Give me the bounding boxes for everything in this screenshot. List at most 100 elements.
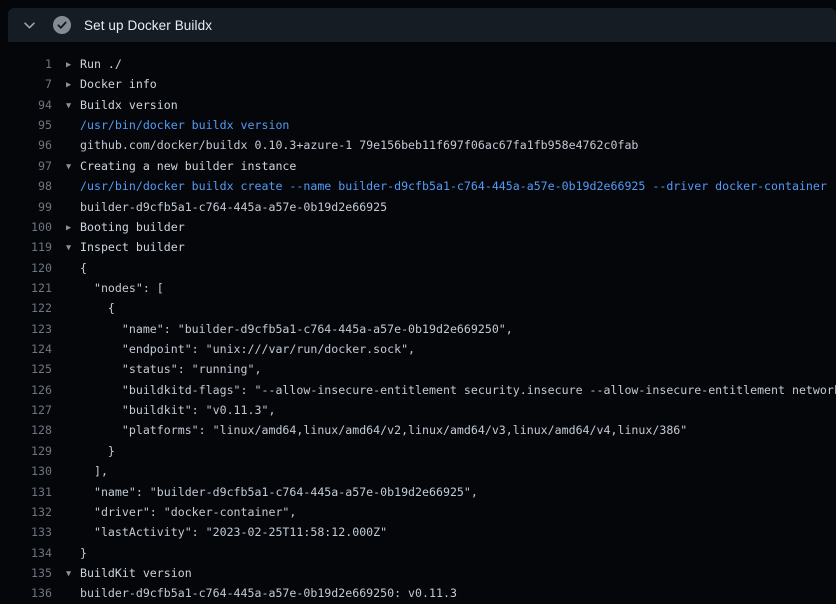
log-group-toggle[interactable]: ▶Run ./	[66, 54, 122, 74]
log-line: 100 ▶Booting builder	[0, 217, 836, 237]
log-output-text: "name": "builder-d9cfb5a1-c764-445a-a57e…	[66, 319, 513, 339]
line-number[interactable]: 97	[0, 156, 52, 176]
log-output-text: {	[66, 298, 115, 318]
line-number[interactable]: 119	[0, 237, 52, 257]
line-number[interactable]: 7	[0, 74, 52, 94]
line-number[interactable]: 121	[0, 278, 52, 298]
line-number[interactable]: 130	[0, 461, 52, 481]
log-line: 94 ▼Buildx version	[0, 95, 836, 115]
group-label: BuildKit version	[80, 566, 192, 580]
log-output-text: "lastActivity": "2023-02-25T11:58:12.000…	[66, 522, 387, 542]
log-command-text: /usr/bin/docker buildx version	[66, 115, 289, 135]
log-line: 131 "name": "builder-d9cfb5a1-c764-445a-…	[0, 482, 836, 502]
log-line: 120 {	[0, 258, 836, 278]
log-line: 98/usr/bin/docker buildx create --name b…	[0, 176, 836, 196]
log-output-text: }	[66, 543, 87, 563]
group-label: Docker info	[80, 77, 157, 91]
log-output-text: builder-d9cfb5a1-c764-445a-a57e-0b19d2e6…	[66, 197, 387, 217]
check-circle-icon	[53, 16, 71, 34]
line-number[interactable]: 125	[0, 359, 52, 379]
line-number[interactable]: 99	[0, 197, 52, 217]
log-line: 134}	[0, 543, 836, 563]
log-output-text: "endpoint": "unix:///var/run/docker.sock…	[66, 339, 415, 359]
line-number[interactable]: 100	[0, 217, 52, 237]
log-line: 136 builder-d9cfb5a1-c764-445a-a57e-0b19d…	[0, 583, 836, 603]
triangle-right-icon: ▶	[66, 218, 80, 238]
log-line: 124 "endpoint": "unix:///var/run/docker.…	[0, 339, 836, 359]
line-number[interactable]: 120	[0, 258, 52, 278]
chevron-down-icon[interactable]	[21, 17, 37, 33]
line-number[interactable]: 129	[0, 441, 52, 461]
log-line: 122 {	[0, 298, 836, 318]
log-line: 95/usr/bin/docker buildx version	[0, 115, 836, 135]
log-output-text: {	[66, 258, 87, 278]
log-output-text: }	[66, 441, 115, 461]
log-line: 128 "platforms": "linux/amd64,linux/amd6…	[0, 420, 836, 440]
log-output-text: "nodes": [	[66, 278, 164, 298]
actions-log-viewer: Set up Docker Buildx 1▶Run ./7▶Docker in…	[0, 0, 836, 604]
line-number[interactable]: 131	[0, 482, 52, 502]
log-line: 1 ▶Run ./	[0, 54, 836, 74]
group-label: Buildx version	[80, 98, 178, 112]
line-number[interactable]: 128	[0, 420, 52, 440]
log-line: 121 "nodes": [	[0, 278, 836, 298]
log-line: 129 }	[0, 441, 836, 461]
log-line: 130 ],	[0, 461, 836, 481]
log-line: 127 "buildkit": "v0.11.3",	[0, 400, 836, 420]
line-number[interactable]: 124	[0, 339, 52, 359]
log-command-text: /usr/bin/docker buildx create --name bui…	[66, 176, 827, 196]
line-number[interactable]: 1	[0, 54, 52, 74]
log-group-toggle[interactable]: ▼Inspect builder	[66, 237, 185, 257]
group-label: Run ./	[80, 57, 122, 71]
step-header[interactable]: Set up Docker Buildx	[8, 8, 836, 42]
log-output-text: builder-d9cfb5a1-c764-445a-a57e-0b19d2e6…	[66, 583, 457, 603]
log-line: 97 ▼Creating a new builder instance	[0, 156, 836, 176]
group-label: Booting builder	[80, 220, 185, 234]
triangle-down-icon: ▼	[66, 96, 80, 116]
line-number[interactable]: 94	[0, 95, 52, 115]
line-number[interactable]: 135	[0, 563, 52, 583]
log-output-text: "platforms": "linux/amd64,linux/amd64/v2…	[66, 420, 687, 440]
log-line: 123 "name": "builder-d9cfb5a1-c764-445a-…	[0, 319, 836, 339]
triangle-down-icon: ▼	[66, 564, 80, 584]
log-group-toggle[interactable]: ▼BuildKit version	[66, 563, 192, 583]
line-number[interactable]: 126	[0, 380, 52, 400]
step-title: Set up Docker Buildx	[84, 18, 212, 33]
line-number[interactable]: 127	[0, 400, 52, 420]
triangle-down-icon: ▼	[66, 157, 80, 177]
triangle-right-icon: ▶	[66, 75, 80, 95]
log-line: 133 "lastActivity": "2023-02-25T11:58:12…	[0, 522, 836, 542]
group-label: Inspect builder	[80, 240, 185, 254]
log-group-toggle[interactable]: ▶Docker info	[66, 74, 157, 94]
log-lines: 1▶Run ./7▶Docker info94▼Buildx version95…	[0, 42, 836, 604]
log-output-text: "name": "builder-d9cfb5a1-c764-445a-a57e…	[66, 482, 478, 502]
log-output-text: ],	[66, 461, 108, 481]
line-number[interactable]: 123	[0, 319, 52, 339]
log-line: 7 ▶Docker info	[0, 74, 836, 94]
log-group-toggle[interactable]: ▼Buildx version	[66, 95, 178, 115]
group-label: Creating a new builder instance	[80, 159, 296, 173]
log-line: 99 builder-d9cfb5a1-c764-445a-a57e-0b19d2…	[0, 197, 836, 217]
triangle-down-icon: ▼	[66, 238, 80, 258]
line-number[interactable]: 122	[0, 298, 52, 318]
log-output-text: "buildkitd-flags": "--allow-insecure-ent…	[66, 380, 836, 400]
log-line: 119 ▼Inspect builder	[0, 237, 836, 257]
log-line: 126 "buildkitd-flags": "--allow-insecure…	[0, 380, 836, 400]
line-number[interactable]: 136	[0, 583, 52, 603]
triangle-right-icon: ▶	[66, 55, 80, 75]
log-line: 125 "status": "running",	[0, 359, 836, 379]
log-group-toggle[interactable]: ▶Booting builder	[66, 217, 185, 237]
log-line: 132 "driver": "docker-container",	[0, 502, 836, 522]
log-output-text: "driver": "docker-container",	[66, 502, 296, 522]
log-group-toggle[interactable]: ▼Creating a new builder instance	[66, 156, 296, 176]
log-output-text: github.com/docker/buildx 0.10.3+azure-1 …	[66, 135, 638, 155]
log-output-text: "status": "running",	[66, 359, 261, 379]
log-line: 135 ▼BuildKit version	[0, 563, 836, 583]
line-number[interactable]: 134	[0, 543, 52, 563]
line-number[interactable]: 98	[0, 176, 52, 196]
line-number[interactable]: 133	[0, 522, 52, 542]
line-number[interactable]: 95	[0, 115, 52, 135]
log-line: 96 github.com/docker/buildx 0.10.3+azure-…	[0, 135, 836, 155]
line-number[interactable]: 132	[0, 502, 52, 522]
line-number[interactable]: 96	[0, 135, 52, 155]
